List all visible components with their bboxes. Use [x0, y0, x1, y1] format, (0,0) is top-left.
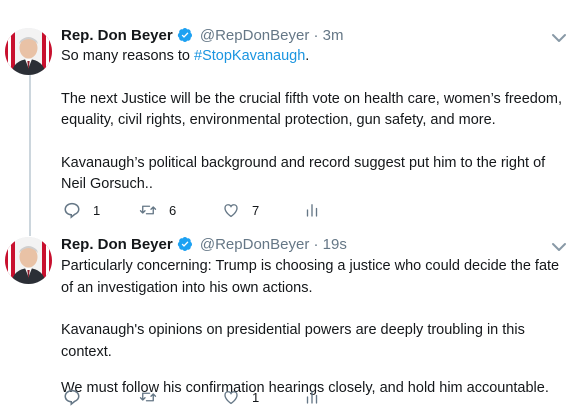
- reply-icon: [64, 389, 80, 406]
- author-handle[interactable]: @RepDonBeyer: [200, 236, 309, 253]
- author-handle[interactable]: @RepDonBeyer: [200, 27, 309, 44]
- heart-icon: [224, 391, 238, 405]
- tweet-header: Rep. Don Beyer @RepDonBeyer · 3m: [61, 26, 344, 46]
- avatar-image: [5, 237, 52, 284]
- reply-button[interactable]: [63, 387, 93, 407]
- author-name[interactable]: Rep. Don Beyer: [61, 236, 173, 253]
- timestamp[interactable]: 3m: [323, 27, 344, 44]
- avatar[interactable]: [5, 28, 52, 75]
- like-count: 1: [252, 389, 260, 405]
- avatar[interactable]: [5, 237, 52, 284]
- separator: ·: [313, 27, 319, 44]
- verified-badge-icon: [177, 237, 192, 251]
- tweet-paragraph: Kavanaugh's opinions on presidential pow…: [61, 322, 525, 360]
- thread-line: [29, 228, 31, 236]
- tweet-paragraph: Kavanaugh’s political background and rec…: [61, 154, 546, 193]
- avatar-image: [5, 28, 52, 75]
- analytics-icon: [306, 391, 318, 404]
- retweet-button[interactable]: [139, 387, 169, 407]
- retweet-icon: [139, 392, 157, 402]
- text: .: [305, 48, 310, 64]
- chevron-down-icon[interactable]: [551, 32, 567, 44]
- reply-icon: [64, 202, 80, 219]
- retweet-count: 6: [169, 202, 177, 218]
- tweet-paragraph: So many reasons to #StopKavanaugh.: [61, 46, 571, 68]
- chevron-down-icon[interactable]: [551, 241, 567, 253]
- analytics-button[interactable]: [303, 200, 321, 220]
- reply-count: 1: [93, 202, 101, 218]
- reply-button[interactable]: 1: [63, 200, 100, 220]
- like-button[interactable]: 7: [222, 200, 259, 220]
- retweet-button[interactable]: 6: [139, 200, 176, 220]
- heart-icon: [224, 204, 238, 218]
- tweet-header: Rep. Don Beyer @RepDonBeyer · 19s: [61, 235, 347, 255]
- like-button[interactable]: 1: [222, 387, 259, 407]
- retweet-icon: [139, 205, 157, 215]
- tweet-text: Particularly concerning: Trump is choosi…: [61, 256, 571, 400]
- text: So many reasons to: [61, 48, 194, 64]
- verified-badge-icon: [177, 28, 192, 42]
- thread-line: [29, 73, 31, 228]
- analytics-button[interactable]: [303, 387, 321, 407]
- like-count: 7: [252, 202, 260, 218]
- timestamp[interactable]: 19s: [323, 236, 347, 253]
- tweet[interactable]: Rep. Don Beyer @RepDonBeyer · 3m So many…: [0, 0, 583, 228]
- tweet-paragraph: Particularly concerning: Trump is choosi…: [61, 258, 560, 296]
- separator: ·: [313, 236, 319, 253]
- hashtag-link[interactable]: #StopKavanaugh: [194, 48, 305, 64]
- tweet-paragraph: The next Justice will be the crucial fif…: [61, 90, 563, 129]
- tweet[interactable]: Rep. Don Beyer @RepDonBeyer · 19s Partic…: [0, 228, 583, 420]
- analytics-icon: [306, 204, 318, 217]
- author-name[interactable]: Rep. Don Beyer: [61, 27, 173, 44]
- tweet-text: So many reasons to #StopKavanaugh. The n…: [61, 46, 571, 196]
